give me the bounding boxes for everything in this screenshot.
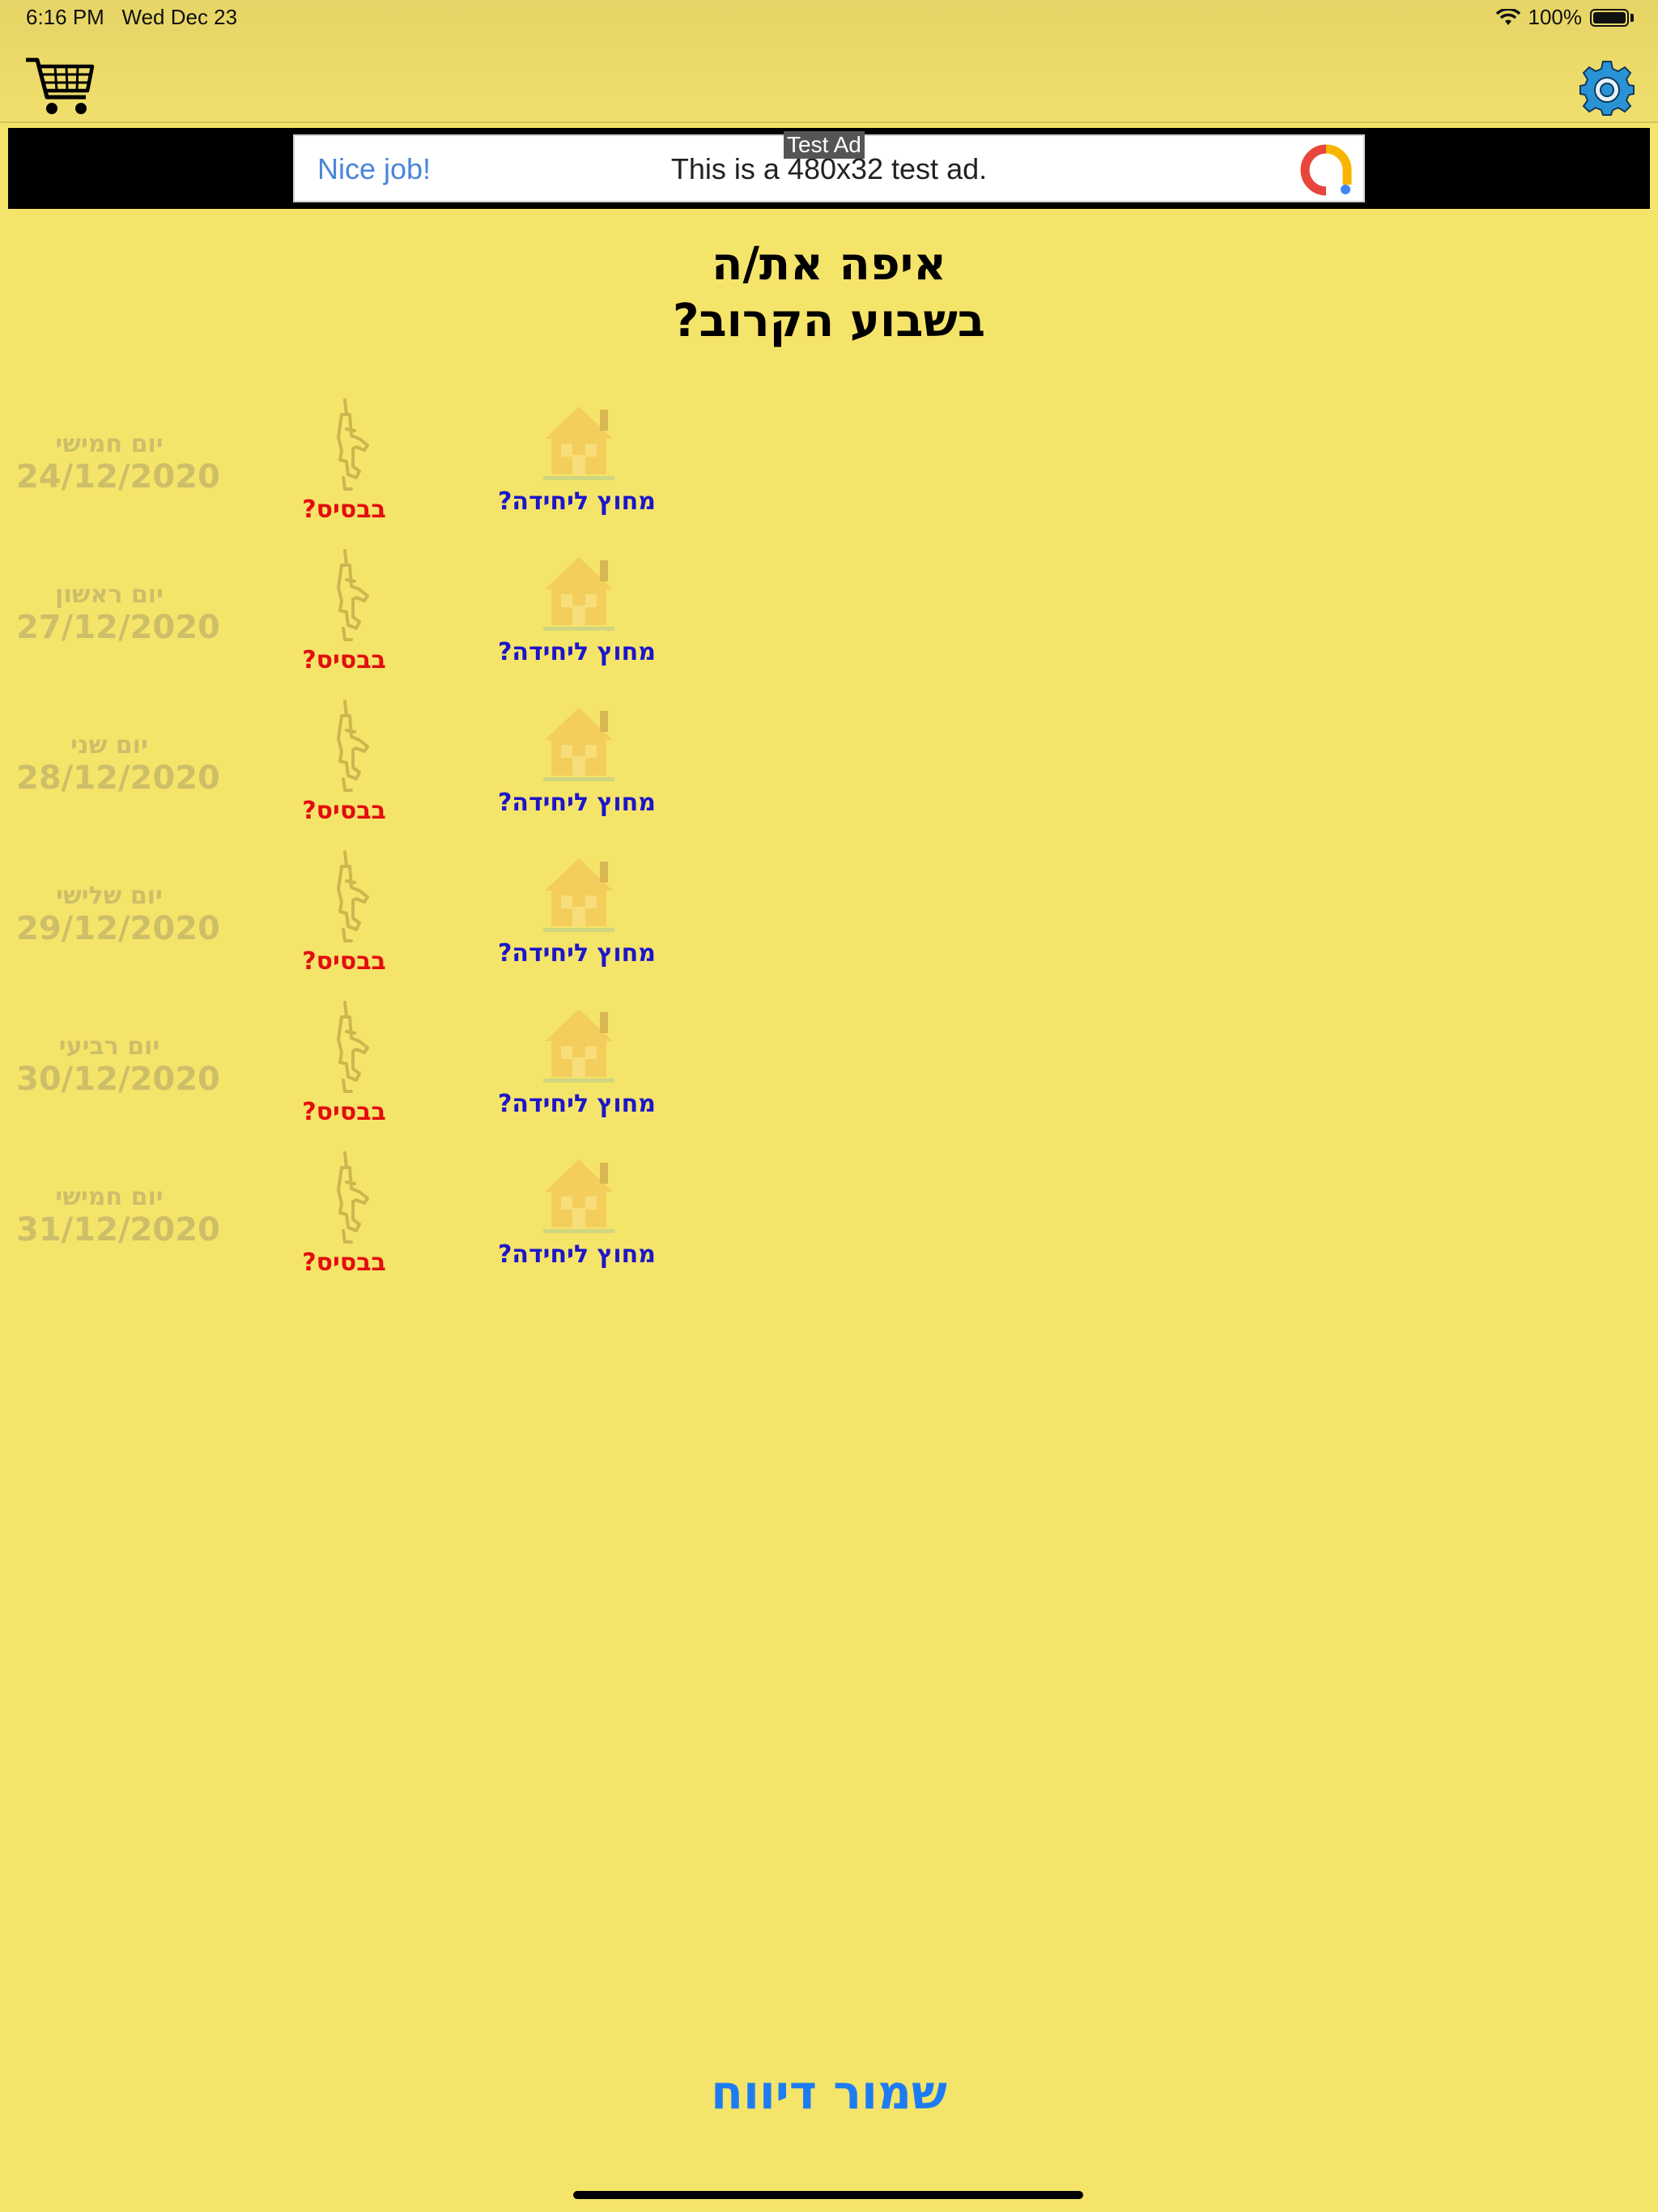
base-option-label[interactable]: בבסיס? <box>300 496 389 524</box>
day-row: יום חמישי 24/12/2020 בבסיס? מחוץ ליחידה? <box>0 397 810 547</box>
day-date: 24/12/2020 <box>16 458 220 496</box>
out-of-unit-option-label[interactable]: מחוץ ליחידה? <box>498 487 656 516</box>
day-name: יום שלישי <box>56 882 163 910</box>
day-row: יום חמישי 31/12/2020 בבסיס? מחוץ ליחידה? <box>0 1150 810 1300</box>
battery-icon <box>1590 8 1629 27</box>
day-row: יום שני 28/12/2020 בבסיס? מחוץ ליחידה? <box>0 698 810 849</box>
day-info: יום חמישי 24/12/2020 <box>16 430 220 496</box>
wifi-icon <box>1495 8 1520 25</box>
day-date: 29/12/2020 <box>16 910 220 947</box>
out-of-unit-option-label[interactable]: מחוץ ליחידה? <box>498 789 656 817</box>
day-row: יום רביעי 30/12/2020 בבסיס? מחוץ ליחידה? <box>0 999 810 1150</box>
base-option-label[interactable]: בבסיס? <box>300 947 389 976</box>
out-of-unit-option-label[interactable]: מחוץ ליחידה? <box>498 638 656 666</box>
day-info: יום שלישי 29/12/2020 <box>16 882 220 948</box>
house-icon[interactable] <box>538 402 619 483</box>
rifle-icon[interactable] <box>324 999 372 1096</box>
battery-percent: 100% <box>1528 5 1583 29</box>
day-info: יום שני 28/12/2020 <box>16 731 220 798</box>
out-of-unit-option-label[interactable]: מחוץ ליחידה? <box>498 939 656 968</box>
out-of-unit-option-label[interactable]: מחוץ ליחידה? <box>498 1090 656 1118</box>
base-option-label[interactable]: בבסיס? <box>300 1098 389 1126</box>
rifle-icon[interactable] <box>324 698 372 795</box>
house-icon[interactable] <box>538 1004 619 1085</box>
rifle-icon[interactable] <box>324 849 372 946</box>
status-date: Wed Dec 23 <box>121 5 238 29</box>
rifle-icon[interactable] <box>324 397 372 494</box>
gear-icon[interactable] <box>1579 60 1635 117</box>
house-icon[interactable] <box>538 853 619 934</box>
save-report-button[interactable]: שמור דיווח <box>0 2065 1658 2120</box>
status-indicators: 100% <box>1495 5 1634 30</box>
day-info: יום חמישי 31/12/2020 <box>16 1183 220 1249</box>
battery-nub <box>1630 13 1634 22</box>
ad-badge: Test Ad <box>784 131 865 159</box>
day-info: יום רביעי 30/12/2020 <box>16 1032 220 1099</box>
day-row: יום ראשון 27/12/2020 בבסיס? מחוץ ליחידה? <box>0 547 810 698</box>
status-time-date: 6:16 PM Wed Dec 23 <box>26 5 237 30</box>
house-icon[interactable] <box>538 552 619 633</box>
home-indicator <box>573 2191 1083 2199</box>
day-name: יום חמישי <box>55 1183 164 1211</box>
house-icon[interactable] <box>538 703 619 784</box>
day-date: 30/12/2020 <box>16 1061 220 1098</box>
ad-logo-icon <box>1300 144 1352 196</box>
base-option-label[interactable]: בבסיס? <box>300 797 389 825</box>
top-bar: 6:16 PM Wed Dec 23 100% <box>0 0 1658 123</box>
day-date: 28/12/2020 <box>16 759 220 797</box>
day-date: 31/12/2020 <box>16 1211 220 1249</box>
day-date: 27/12/2020 <box>16 609 220 646</box>
page-title-line2: בשבוע הקרוב? <box>672 295 986 347</box>
rifle-icon[interactable] <box>324 547 372 644</box>
house-icon[interactable] <box>538 1155 619 1236</box>
shopping-cart-icon[interactable] <box>24 55 97 120</box>
day-name: יום חמישי <box>55 430 164 458</box>
day-name: יום ראשון <box>55 581 164 609</box>
day-name: יום רביעי <box>58 1032 160 1061</box>
page-title-line1: איפה את/ה <box>711 238 946 291</box>
out-of-unit-option-label[interactable]: מחוץ ליחידה? <box>498 1240 656 1269</box>
status-time: 6:16 PM <box>26 5 104 29</box>
base-option-label[interactable]: בבסיס? <box>300 1249 389 1277</box>
day-name: יום שני <box>70 731 148 759</box>
day-info: יום ראשון 27/12/2020 <box>16 581 220 647</box>
rifle-icon[interactable] <box>324 1150 372 1247</box>
base-option-label[interactable]: בבסיס? <box>300 646 389 674</box>
day-row: יום שלישי 29/12/2020 בבסיס? מחוץ ליחידה? <box>0 849 810 999</box>
